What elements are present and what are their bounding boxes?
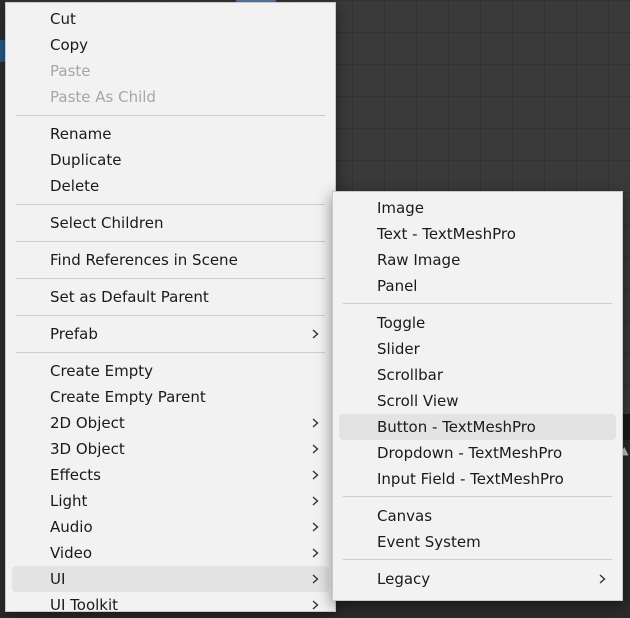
menu-item-label: Slider bbox=[377, 340, 420, 358]
menu-separator bbox=[16, 204, 325, 205]
menu-item-label: Duplicate bbox=[50, 151, 122, 169]
chevron-right-icon bbox=[312, 329, 319, 339]
menu-item-label: Copy bbox=[50, 36, 89, 54]
menu-item-3d-object[interactable]: 3D Object bbox=[12, 436, 329, 462]
chevron-right-icon bbox=[312, 600, 319, 610]
menu-item-label: Paste As Child bbox=[50, 88, 156, 106]
menu-item-label: UI Toolkit bbox=[50, 596, 119, 614]
menu-item-label: Input Field - TextMeshPro bbox=[377, 470, 564, 488]
menu-item-video[interactable]: Video bbox=[12, 540, 329, 566]
menu-item-label: Toggle bbox=[377, 314, 426, 332]
menu-item-label: Cut bbox=[50, 10, 76, 28]
menu-item-2d-object[interactable]: 2D Object bbox=[12, 410, 329, 436]
chevron-right-icon bbox=[312, 574, 319, 584]
menu-item-label: 2D Object bbox=[50, 414, 125, 432]
submenu-item-legacy[interactable]: Legacy bbox=[339, 566, 616, 592]
menu-item-label: Panel bbox=[377, 277, 418, 295]
submenu-item-button-tmp[interactable]: Button - TextMeshPro bbox=[339, 414, 616, 440]
menu-item-effects[interactable]: Effects bbox=[12, 462, 329, 488]
menu-item-create-empty-parent[interactable]: Create Empty Parent bbox=[12, 384, 329, 410]
chevron-right-icon bbox=[312, 496, 319, 506]
menu-item-paste-as-child: Paste As Child bbox=[12, 84, 329, 110]
menu-item-label: Audio bbox=[50, 518, 93, 536]
menu-item-ui[interactable]: UI bbox=[12, 566, 329, 592]
submenu-item-scroll-view[interactable]: Scroll View bbox=[339, 388, 616, 414]
menu-item-label: Video bbox=[50, 544, 93, 562]
menu-item-cut[interactable]: Cut bbox=[12, 6, 329, 32]
menu-item-label: Create Empty Parent bbox=[50, 388, 206, 406]
menu-item-label: Scrollbar bbox=[377, 366, 443, 384]
menu-item-prefab[interactable]: Prefab bbox=[12, 321, 329, 347]
ui-submenu: Image Text - TextMeshPro Raw Image Panel… bbox=[332, 191, 623, 601]
submenu-item-toggle[interactable]: Toggle bbox=[339, 310, 616, 336]
menu-item-copy[interactable]: Copy bbox=[12, 32, 329, 58]
menu-item-paste: Paste bbox=[12, 58, 329, 84]
menu-item-label: UI bbox=[50, 570, 66, 588]
menu-item-duplicate[interactable]: Duplicate bbox=[12, 147, 329, 173]
menu-item-label: Select Children bbox=[50, 214, 164, 232]
menu-item-label: Image bbox=[377, 199, 424, 217]
menu-separator bbox=[16, 115, 325, 116]
menu-item-label: Rename bbox=[50, 125, 112, 143]
menu-item-delete[interactable]: Delete bbox=[12, 173, 329, 199]
menu-item-label: Set as Default Parent bbox=[50, 288, 209, 306]
menu-item-label: Button - TextMeshPro bbox=[377, 418, 536, 436]
submenu-item-image[interactable]: Image bbox=[339, 195, 616, 221]
menu-item-ui-toolkit[interactable]: UI Toolkit bbox=[12, 592, 329, 618]
menu-item-audio[interactable]: Audio bbox=[12, 514, 329, 540]
chevron-right-icon bbox=[312, 444, 319, 454]
menu-separator bbox=[343, 303, 612, 304]
menu-separator bbox=[16, 278, 325, 279]
menu-item-label: Prefab bbox=[50, 325, 98, 343]
menu-item-label: Create Empty bbox=[50, 362, 153, 380]
submenu-item-event-system[interactable]: Event System bbox=[339, 529, 616, 555]
menu-item-find-references[interactable]: Find References in Scene bbox=[12, 247, 329, 273]
submenu-item-input-field-tmp[interactable]: Input Field - TextMeshPro bbox=[339, 466, 616, 492]
menu-item-light[interactable]: Light bbox=[12, 488, 329, 514]
submenu-item-raw-image[interactable]: Raw Image bbox=[339, 247, 616, 273]
menu-item-label: Scroll View bbox=[377, 392, 459, 410]
menu-item-create-empty[interactable]: Create Empty bbox=[12, 358, 329, 384]
chevron-right-icon bbox=[312, 548, 319, 558]
menu-item-label: Find References in Scene bbox=[50, 251, 238, 269]
menu-item-label: Effects bbox=[50, 466, 101, 484]
menu-item-label: Legacy bbox=[377, 570, 431, 588]
submenu-item-slider[interactable]: Slider bbox=[339, 336, 616, 362]
menu-separator bbox=[16, 352, 325, 353]
menu-item-set-default-parent[interactable]: Set as Default Parent bbox=[12, 284, 329, 310]
context-menu: Cut Copy Paste Paste As Child Rename Dup… bbox=[5, 2, 336, 614]
menu-item-rename[interactable]: Rename bbox=[12, 121, 329, 147]
menu-item-label: Light bbox=[50, 492, 88, 510]
menu-item-label: Dropdown - TextMeshPro bbox=[377, 444, 563, 462]
submenu-item-canvas[interactable]: Canvas bbox=[339, 503, 616, 529]
menu-item-label: 3D Object bbox=[50, 440, 125, 458]
submenu-item-dropdown-tmp[interactable]: Dropdown - TextMeshPro bbox=[339, 440, 616, 466]
menu-item-label: Event System bbox=[377, 533, 481, 551]
menu-separator bbox=[343, 496, 612, 497]
submenu-item-text-tmp[interactable]: Text - TextMeshPro bbox=[339, 221, 616, 247]
chevron-right-icon bbox=[312, 470, 319, 480]
chevron-right-icon bbox=[312, 418, 319, 428]
submenu-item-panel[interactable]: Panel bbox=[339, 273, 616, 299]
submenu-item-scrollbar[interactable]: Scrollbar bbox=[339, 362, 616, 388]
menu-item-label: Delete bbox=[50, 177, 100, 195]
menu-item-label: Raw Image bbox=[377, 251, 461, 269]
menu-item-label: Paste bbox=[50, 62, 91, 80]
menu-separator bbox=[16, 241, 325, 242]
menu-item-label: Text - TextMeshPro bbox=[377, 225, 516, 243]
menu-separator bbox=[343, 559, 612, 560]
menu-item-label: Canvas bbox=[377, 507, 433, 525]
menu-item-select-children[interactable]: Select Children bbox=[12, 210, 329, 236]
chevron-right-icon bbox=[312, 522, 319, 532]
menu-separator bbox=[16, 315, 325, 316]
chevron-right-icon bbox=[599, 574, 606, 584]
